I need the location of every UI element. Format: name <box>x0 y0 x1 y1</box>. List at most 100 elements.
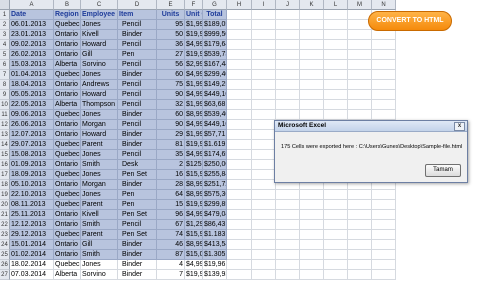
cell[interactable] <box>324 90 348 100</box>
cell[interactable] <box>252 230 276 240</box>
cell[interactable] <box>227 190 252 200</box>
row-header[interactable]: 23 <box>0 230 10 240</box>
column-header-k[interactable]: K <box>300 0 324 10</box>
cell[interactable]: Sorvino <box>81 270 118 280</box>
cell[interactable] <box>252 90 276 100</box>
column-header-f[interactable]: F <box>185 0 203 10</box>
cell[interactable]: $179,64 <box>203 40 227 50</box>
cell[interactable] <box>227 260 252 270</box>
cell[interactable] <box>300 40 324 50</box>
cell[interactable] <box>276 200 300 210</box>
cell[interactable] <box>227 80 252 90</box>
cell[interactable]: Jones <box>81 150 118 160</box>
cell[interactable]: Alberta <box>54 100 81 110</box>
cell[interactable] <box>227 10 252 20</box>
cell[interactable] <box>252 60 276 70</box>
cell[interactable]: 60 <box>157 70 185 80</box>
cell[interactable]: Ontario <box>54 40 81 50</box>
cell[interactable] <box>300 270 324 280</box>
cell[interactable]: Quebec <box>54 150 81 160</box>
cell[interactable] <box>252 120 276 130</box>
cell[interactable]: 15 <box>157 200 185 210</box>
cell[interactable]: $1,99 <box>185 130 203 140</box>
column-header-a[interactable]: A <box>10 0 54 10</box>
cell[interactable] <box>300 60 324 70</box>
cell[interactable] <box>227 100 252 110</box>
cell[interactable]: Pencil <box>118 220 157 230</box>
cell[interactable] <box>300 70 324 80</box>
cell[interactable]: $1,29 <box>185 220 203 230</box>
cell[interactable] <box>252 270 276 280</box>
cell[interactable] <box>276 230 300 240</box>
cell[interactable]: $15,99 <box>185 170 203 180</box>
cell[interactable]: $19,99 <box>185 30 203 40</box>
row-header[interactable]: 2 <box>0 20 10 30</box>
cell[interactable]: Ontario <box>54 80 81 90</box>
cell[interactable]: $1,99 <box>185 100 203 110</box>
cell[interactable] <box>300 50 324 60</box>
cell[interactable]: Ontario <box>54 50 81 60</box>
cell[interactable]: 09.06.2013 <box>10 110 54 120</box>
cell[interactable]: $15,99 <box>185 230 203 240</box>
cell[interactable]: 81 <box>157 140 185 150</box>
cell[interactable]: 01.04.2013 <box>10 70 54 80</box>
cell[interactable] <box>252 150 276 160</box>
cell[interactable] <box>348 50 372 60</box>
row-header[interactable]: 22 <box>0 220 10 230</box>
cell[interactable] <box>227 250 252 260</box>
cell[interactable]: Smith <box>81 220 118 230</box>
cell[interactable]: Ontario <box>54 210 81 220</box>
cell[interactable] <box>300 90 324 100</box>
cell[interactable] <box>300 240 324 250</box>
cell[interactable]: $57,71 <box>203 130 227 140</box>
cell[interactable]: $575,36 <box>203 190 227 200</box>
cell[interactable] <box>324 110 348 120</box>
row-header[interactable]: 7 <box>0 70 10 80</box>
cell[interactable] <box>324 200 348 210</box>
cell[interactable] <box>348 40 372 50</box>
cell[interactable]: 64 <box>157 190 185 200</box>
cell[interactable] <box>252 70 276 80</box>
cell[interactable] <box>372 90 396 100</box>
cell[interactable] <box>276 190 300 200</box>
cell[interactable]: 60 <box>157 110 185 120</box>
column-header-h[interactable]: H <box>227 0 252 10</box>
row-header[interactable]: 16 <box>0 160 10 170</box>
cell[interactable] <box>300 210 324 220</box>
cell[interactable]: Quebec <box>54 110 81 120</box>
cell[interactable]: Pencil <box>118 150 157 160</box>
cell[interactable] <box>252 80 276 90</box>
cell[interactable] <box>252 260 276 270</box>
cell[interactable] <box>276 20 300 30</box>
cell[interactable]: Pencil <box>118 60 157 70</box>
row-header[interactable]: 14 <box>0 140 10 150</box>
cell[interactable] <box>227 240 252 250</box>
cell[interactable]: 7 <box>157 270 185 280</box>
cell[interactable]: Pen Set <box>118 210 157 220</box>
cell[interactable]: 28 <box>157 180 185 190</box>
cell[interactable]: Quebec <box>54 140 81 150</box>
cell[interactable] <box>324 100 348 110</box>
cell[interactable] <box>300 30 324 40</box>
cell[interactable]: 26.02.2013 <box>10 50 54 60</box>
cell[interactable]: Alberta <box>54 60 81 70</box>
cell[interactable]: $1,99 <box>185 80 203 90</box>
cell[interactable] <box>348 110 372 120</box>
cell[interactable] <box>276 110 300 120</box>
cell[interactable] <box>348 70 372 80</box>
cell[interactable]: $1.619,19 <box>203 140 227 150</box>
cell[interactable]: $167,44 <box>203 60 227 70</box>
cell[interactable] <box>372 220 396 230</box>
cell[interactable] <box>324 40 348 50</box>
cell[interactable]: $479,04 <box>203 210 227 220</box>
cell[interactable]: Binder <box>118 260 157 270</box>
cell[interactable] <box>227 110 252 120</box>
cell[interactable] <box>324 190 348 200</box>
cell[interactable]: Pencil <box>118 100 157 110</box>
cell[interactable]: Quebec <box>54 230 81 240</box>
cell[interactable]: 22.05.2013 <box>10 100 54 110</box>
row-header[interactable]: 27 <box>0 270 10 280</box>
column-header-b[interactable]: B <box>54 0 81 10</box>
cell[interactable]: Pencil <box>118 80 157 90</box>
cell[interactable]: Ontario <box>54 120 81 130</box>
